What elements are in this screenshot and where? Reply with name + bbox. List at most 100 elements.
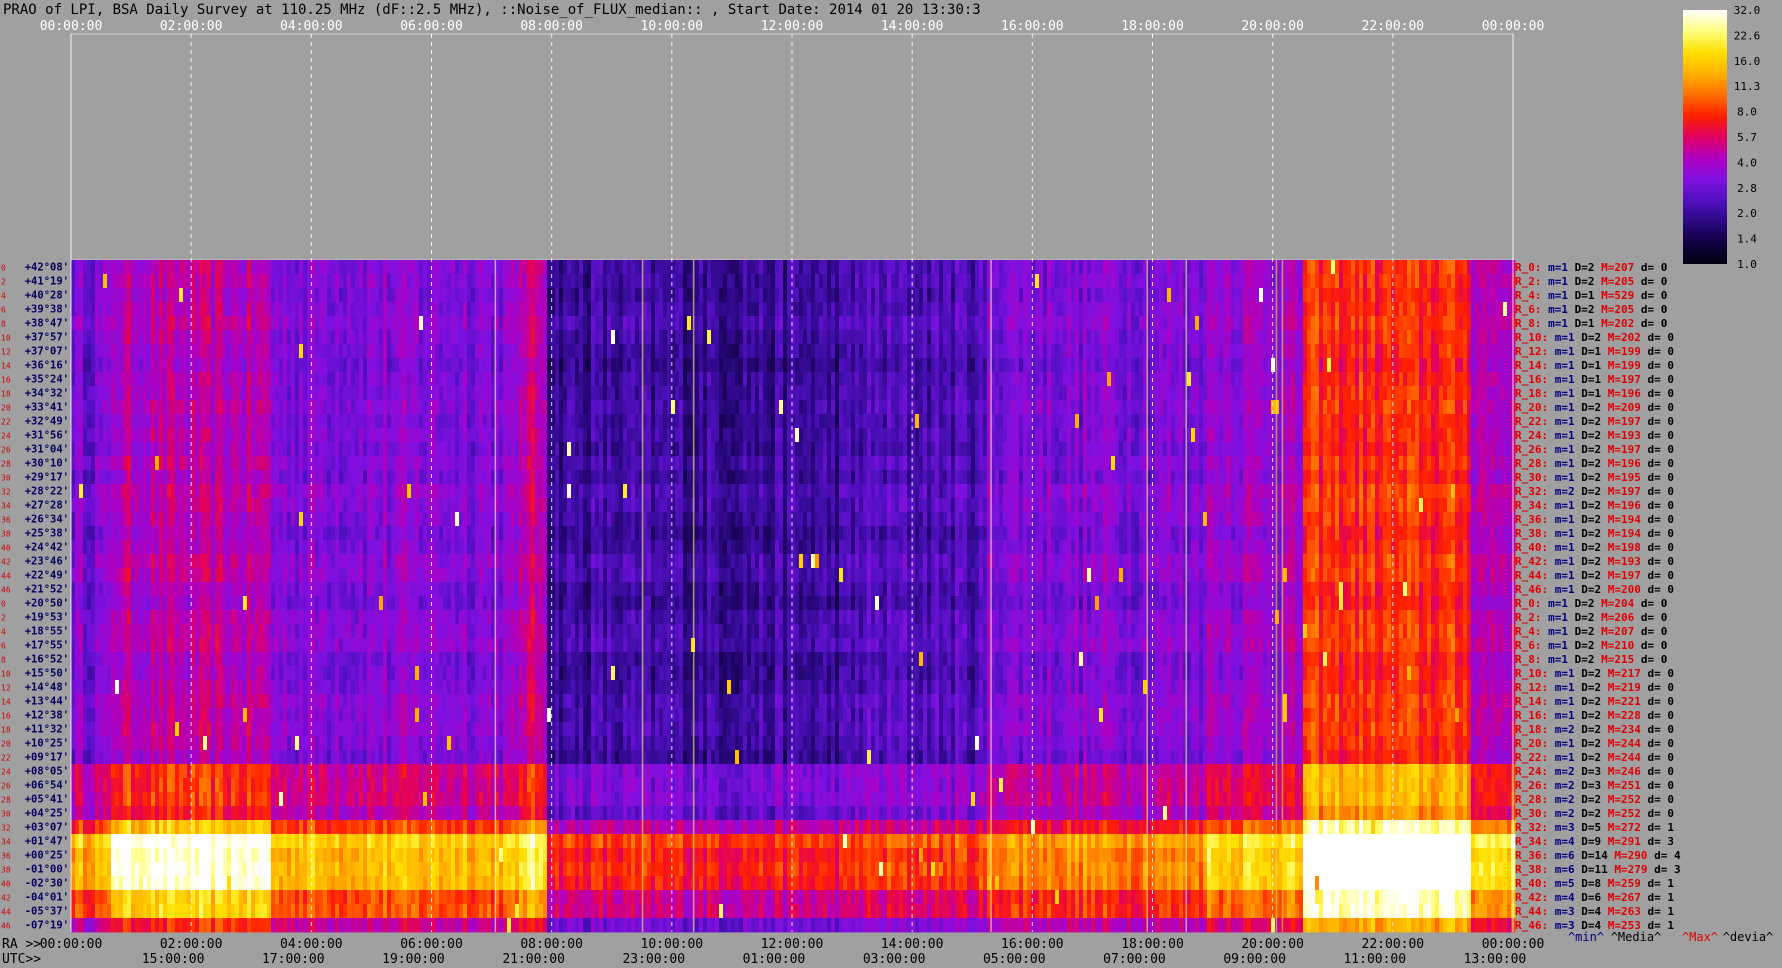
heatmap-cell xyxy=(1255,372,1260,387)
heatmap-cell xyxy=(1003,330,1008,345)
heatmap-cell xyxy=(1383,302,1388,317)
heatmap-cell xyxy=(843,330,848,345)
heatmap-cell xyxy=(275,288,280,303)
heatmap-cell xyxy=(1311,330,1316,345)
heatmap-cell xyxy=(1023,400,1028,415)
heatmap-cell xyxy=(615,372,620,387)
heatmap-cell xyxy=(251,302,256,317)
heatmap-cell xyxy=(667,260,672,275)
heatmap-cell xyxy=(347,372,352,387)
heatmap-cell xyxy=(1187,330,1192,345)
heatmap-cell xyxy=(755,414,760,429)
heatmap-cell xyxy=(975,372,980,387)
heatmap-cell xyxy=(875,372,880,387)
heatmap-cell xyxy=(1139,344,1144,359)
heatmap-cell xyxy=(423,442,428,457)
heatmap-cell xyxy=(767,274,772,289)
heatmap-cell xyxy=(143,274,148,289)
heatmap-cell xyxy=(287,330,292,345)
heatmap-cell xyxy=(399,386,404,401)
heatmap-cell xyxy=(391,414,396,429)
heatmap-cell xyxy=(1363,386,1368,401)
heatmap-cell xyxy=(1483,330,1488,345)
heatmap-cell xyxy=(1167,330,1172,345)
heatmap-cell xyxy=(583,344,588,359)
heatmap-cell xyxy=(519,442,524,457)
heatmap-cell xyxy=(331,400,336,415)
heatmap-cell xyxy=(1211,414,1216,429)
heatmap-cell xyxy=(515,302,520,317)
heatmap-cell xyxy=(1403,330,1408,345)
heatmap-cell xyxy=(1243,372,1248,387)
heatmap-cell xyxy=(115,344,120,359)
heatmap-cell xyxy=(1475,274,1480,289)
heatmap-cell xyxy=(1123,386,1128,401)
heatmap-cell xyxy=(99,372,104,387)
heatmap-cell xyxy=(1447,372,1452,387)
heatmap-cell xyxy=(711,288,716,303)
heatmap-cell xyxy=(899,260,904,275)
heatmap-cell xyxy=(1271,260,1276,275)
heatmap-cell xyxy=(279,442,284,457)
heatmap-cell xyxy=(163,414,168,429)
heatmap-cell xyxy=(1235,302,1240,317)
heatmap-cell xyxy=(535,414,540,429)
heatmap-cell xyxy=(1439,428,1444,443)
heatmap-cell xyxy=(851,316,856,331)
heatmap-cell xyxy=(1483,260,1488,275)
heatmap-cell xyxy=(535,358,540,373)
heatmap-cell xyxy=(1059,302,1064,317)
heatmap-cell xyxy=(1083,372,1088,387)
heatmap-cell xyxy=(1199,260,1204,275)
heatmap-cell xyxy=(847,428,852,443)
heatmap-cell xyxy=(703,428,708,443)
heatmap-cell xyxy=(1427,414,1432,429)
heatmap-cell xyxy=(151,372,156,387)
heatmap-cell xyxy=(1363,260,1368,275)
heatmap-cell xyxy=(1347,386,1352,401)
heatmap-cell xyxy=(523,330,528,345)
heatmap-cell xyxy=(1095,344,1100,359)
heatmap-cell xyxy=(359,358,364,373)
heatmap-cell xyxy=(943,344,948,359)
heatmap-cell xyxy=(915,288,920,303)
heatmap-cell xyxy=(1323,330,1328,345)
heatmap-cell xyxy=(859,344,864,359)
heatmap-cell xyxy=(699,330,704,345)
heatmap-cell xyxy=(199,302,204,317)
heatmap-cell xyxy=(955,344,960,359)
heatmap-cell xyxy=(99,330,104,345)
heatmap-cell xyxy=(1103,330,1108,345)
heatmap-cell xyxy=(1303,358,1308,373)
heatmap-cell xyxy=(827,414,832,429)
heatmap-cell xyxy=(1499,260,1504,275)
heatmap-cell xyxy=(1191,372,1196,387)
heatmap-cell xyxy=(151,442,156,457)
heatmap-cell xyxy=(423,288,428,303)
heatmap-cell xyxy=(1011,330,1016,345)
heatmap-cell xyxy=(155,400,160,415)
heatmap-cell xyxy=(567,428,572,443)
heatmap-cell xyxy=(711,260,716,275)
heatmap-cell xyxy=(343,274,348,289)
heatmap-cell xyxy=(183,274,188,289)
heatmap-cell xyxy=(323,442,328,457)
heatmap-cell xyxy=(459,414,464,429)
heatmap-cell xyxy=(763,442,768,457)
heatmap-cell xyxy=(1347,358,1352,373)
heatmap-cell xyxy=(439,428,444,443)
heatmap-cell xyxy=(287,372,292,387)
heatmap-cell xyxy=(891,288,896,303)
heatmap-cell xyxy=(943,274,948,289)
heatmap-cell xyxy=(1467,386,1472,401)
heatmap-cell xyxy=(595,260,600,275)
heatmap-cell xyxy=(1367,386,1372,401)
heatmap-cell xyxy=(675,288,680,303)
heatmap-cell xyxy=(563,372,568,387)
heatmap-cell xyxy=(455,442,460,457)
heatmap-cell xyxy=(835,274,840,289)
heatmap-cell xyxy=(1003,344,1008,359)
heatmap-cell xyxy=(1095,428,1100,443)
heatmap-cell xyxy=(695,316,700,331)
heatmap-cell xyxy=(1455,302,1460,317)
